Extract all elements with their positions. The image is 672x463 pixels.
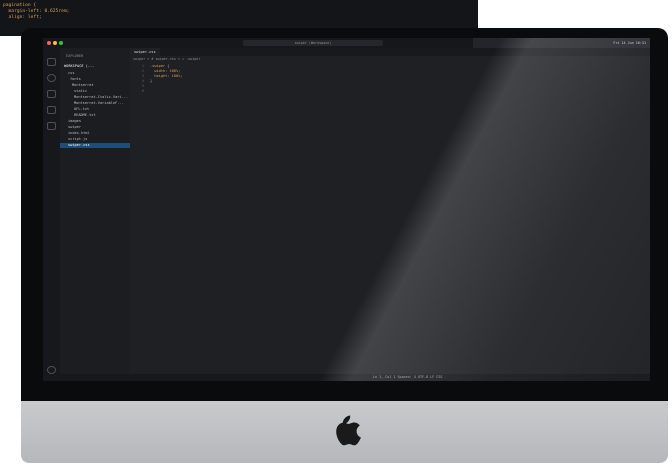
close-window-button[interactable] — [47, 41, 51, 45]
extensions-icon[interactable] — [47, 122, 56, 130]
explorer-header: EXPLORER — [66, 54, 84, 58]
menubar-clock: Fri 14 Jun 16:31 — [613, 41, 646, 45]
zoom-window-button[interactable] — [59, 41, 63, 45]
tree-item-images[interactable]: images — [68, 119, 138, 124]
code-line[interactable]: width: 100%; — [150, 69, 180, 73]
files-icon[interactable] — [47, 58, 56, 66]
activity-bar — [43, 48, 60, 381]
line-number: 6 — [141, 89, 144, 93]
code-line[interactable]: height: 100%; — [150, 74, 182, 78]
workspace-folder[interactable]: WORKSPACE (... — [64, 64, 134, 69]
tab-bar: swiper.css — [130, 48, 650, 56]
tree-item-css[interactable]: css — [68, 71, 138, 76]
tree-item-script-js[interactable]: script.js — [68, 137, 138, 142]
tree-item-swiper[interactable]: swiper — [68, 125, 138, 130]
line-number: 2 — [141, 69, 144, 73]
account-icon[interactable] — [47, 366, 56, 374]
command-search-input[interactable]: swiper (Workspace) — [243, 40, 383, 46]
tree-item-index-html[interactable]: index.html — [68, 131, 138, 136]
source-control-icon[interactable] — [47, 90, 56, 98]
snippet-line: align: left; — [3, 15, 42, 20]
explorer-sidebar: EXPLORER WORKSPACE (... css fonts Montse… — [60, 48, 138, 381]
tree-item-swiper-css[interactable]: swiper.css — [60, 143, 138, 148]
minimize-window-button[interactable] — [53, 41, 57, 45]
line-number: 4 — [141, 79, 144, 83]
status-info[interactable]: Ln 1, Col 1 Spaces: 4 UTF-8 LF CSS — [373, 374, 442, 381]
breadcrumb[interactable]: swiper > # swiper.css > ✦ .swiper — [130, 56, 200, 62]
screen: swiper (Workspace) Fri 14 Jun 16:31 EXPL… — [43, 38, 650, 381]
line-number: 1 — [141, 64, 144, 68]
apple-logo-icon — [336, 415, 361, 446]
tab-swiper-css[interactable]: swiper.css — [130, 48, 160, 56]
line-number: 5 — [141, 84, 144, 88]
code-line[interactable]: } — [150, 79, 152, 83]
status-bar: Ln 1, Col 1 Spaces: 4 UTF-8 LF CSS — [43, 374, 650, 381]
mac-menubar: Fri 14 Jun 16:31 — [473, 38, 650, 48]
search-icon[interactable] — [47, 74, 56, 82]
code-line[interactable]: .swiper { — [150, 64, 169, 68]
editor-area: swiper.css swiper > # swiper.css > ✦ .sw… — [130, 48, 650, 381]
run-debug-icon[interactable] — [47, 106, 56, 114]
line-number: 3 — [141, 74, 144, 78]
